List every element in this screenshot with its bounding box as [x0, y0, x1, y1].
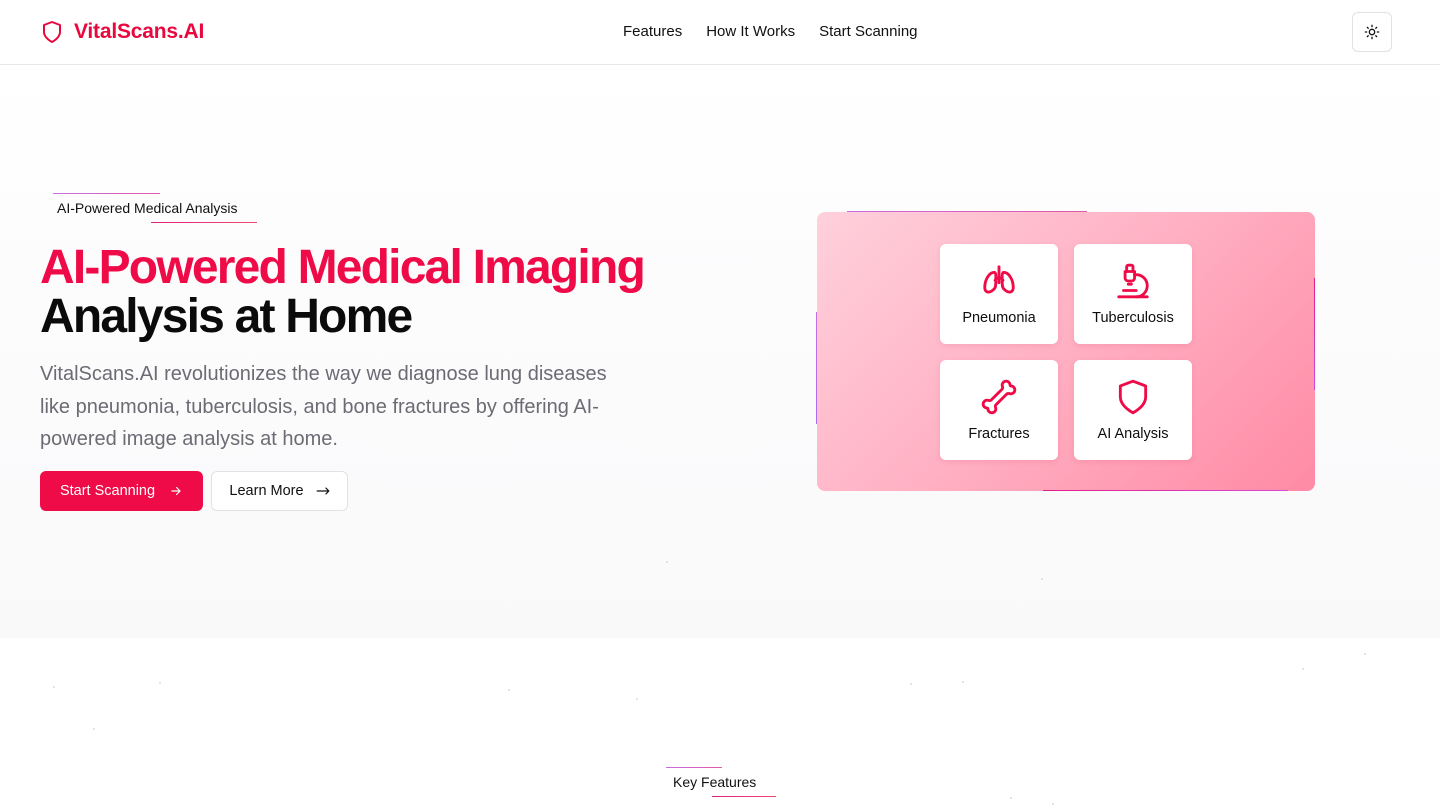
nav-item-start-scanning[interactable]: Start Scanning [819, 22, 917, 42]
long-arrow-right-icon [316, 487, 329, 495]
badge-accent-line [712, 796, 776, 797]
panel-accent-line [1043, 490, 1288, 491]
lungs-icon [983, 265, 1015, 294]
card-label: Fractures [968, 426, 1030, 442]
main-nav: Features How It Works Start Scanning [623, 22, 918, 42]
badge-accent-line [151, 222, 257, 223]
hero-headline-line1: AI-Powered Medical Imaging [40, 241, 646, 294]
features-badge-label: Key Features [673, 774, 757, 790]
card-label: Pneumonia [962, 310, 1036, 326]
decor-dot [636, 698, 638, 700]
panel-accent-line [847, 211, 1087, 212]
arrow-right-icon [171, 486, 181, 496]
panel-accent-line [1314, 278, 1315, 390]
panel-accent-line [816, 312, 817, 424]
hero-badge-label: AI-Powered Medical Analysis [57, 200, 238, 216]
hero-headline: AI-Powered Medical Imaging Analysis at H… [40, 243, 740, 341]
hero-headline-line2: Analysis at Home [40, 290, 413, 343]
decor-dot [1041, 578, 1043, 580]
decor-dot [1010, 797, 1012, 799]
shield-icon [43, 21, 61, 43]
bone-icon [981, 379, 1017, 415]
decor-dot [910, 683, 912, 685]
hero-badge: AI-Powered Medical Analysis [53, 193, 257, 223]
learn-more-button-label: Learn More [229, 483, 304, 499]
hero-description: VitalScans.AI revolutionizes the way we … [40, 363, 607, 450]
decor-dot [1302, 668, 1304, 670]
site-header: VitalScans.AI Features How It Works Star… [0, 0, 1440, 65]
card-label: Tuberculosis [1092, 310, 1174, 326]
decor-dot [962, 681, 964, 683]
badge-accent-line [666, 767, 722, 768]
conditions-panel [817, 212, 1315, 491]
badge-accent-line [53, 193, 160, 194]
decor-dot [1364, 653, 1366, 655]
decor-dot [1052, 803, 1054, 805]
nav-item-how-it-works[interactable]: How It Works [706, 22, 795, 42]
brand-logo[interactable]: VitalScans.AI [40, 19, 204, 45]
theme-toggle-button[interactable] [1352, 12, 1392, 52]
learn-more-button[interactable]: Learn More [211, 471, 348, 511]
features-badge: Key Features [656, 767, 776, 797]
shield-icon [1118, 379, 1148, 415]
start-scanning-button-label: Start Scanning [59, 483, 156, 499]
card-ai-analysis[interactable]: AI Analysis [1074, 360, 1192, 460]
nav-item-features[interactable]: Features [623, 22, 682, 42]
decor-dot [53, 686, 55, 688]
decor-dot [93, 728, 95, 730]
start-scanning-button[interactable]: Start Scanning [40, 471, 203, 511]
card-label: AI Analysis [1097, 426, 1169, 442]
card-fractures[interactable]: Fractures [940, 360, 1058, 460]
decor-dot [508, 689, 510, 691]
card-tuberculosis[interactable]: Tuberculosis [1074, 244, 1192, 344]
brand-name: VitalScans.AI [74, 20, 205, 43]
sun-icon [1364, 24, 1380, 40]
decor-dot [159, 682, 161, 684]
microscope-icon [1117, 263, 1149, 299]
decor-dot [666, 561, 668, 563]
card-pneumonia[interactable]: Pneumonia [940, 244, 1058, 344]
